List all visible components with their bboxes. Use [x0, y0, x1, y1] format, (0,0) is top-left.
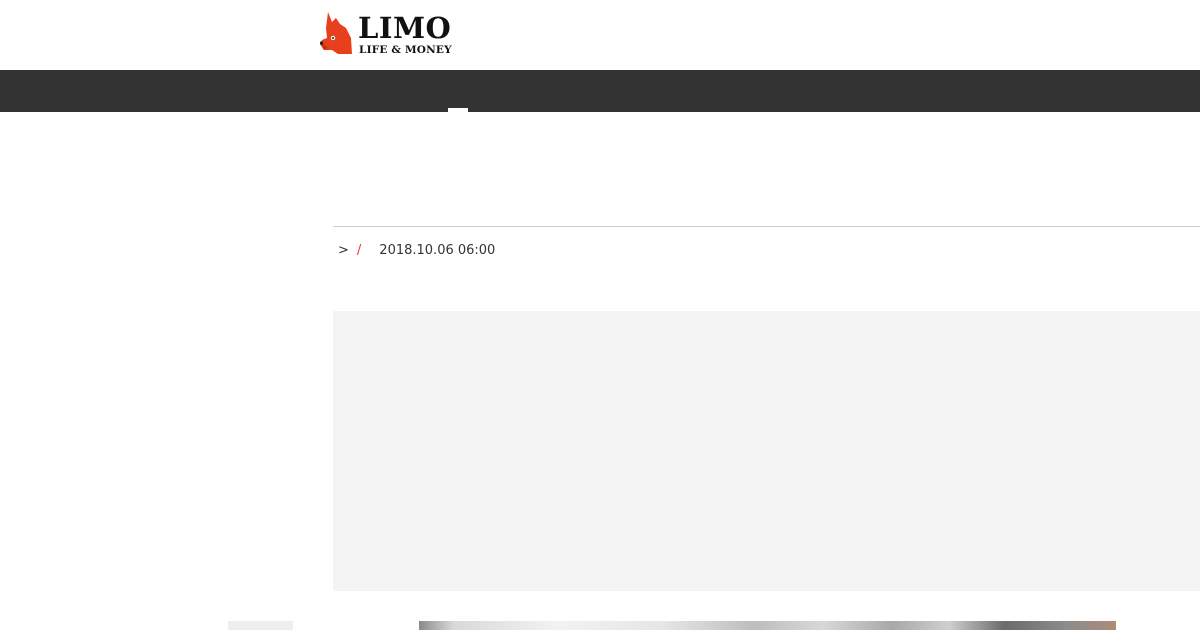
site-logo[interactable]: LIMO LIFE & MONEY — [318, 10, 458, 60]
logo-wordmark: LIMO — [358, 11, 452, 45]
breadcrumb-divider — [333, 226, 1200, 227]
article-hero-image — [419, 621, 1116, 630]
main-nav — [0, 70, 1200, 112]
ad-placeholder — [333, 311, 1200, 591]
publish-date: 2018.10.06 06:00 — [379, 243, 496, 258]
fox-logo-icon — [319, 12, 352, 54]
logo-tagline: LIFE & MONEY — [359, 44, 452, 56]
breadcrumb-slash: / — [356, 243, 362, 258]
breadcrumb: > / 2018.10.06 06:00 — [338, 241, 495, 261]
breadcrumb-separator: > — [338, 243, 349, 258]
side-tab[interactable] — [228, 621, 293, 630]
active-nav-indicator — [448, 108, 468, 112]
page: LIMO LIFE & MONEY > / 2018.10.06 06:00 — [0, 0, 1200, 630]
site-header: LIMO LIFE & MONEY — [0, 0, 1200, 70]
